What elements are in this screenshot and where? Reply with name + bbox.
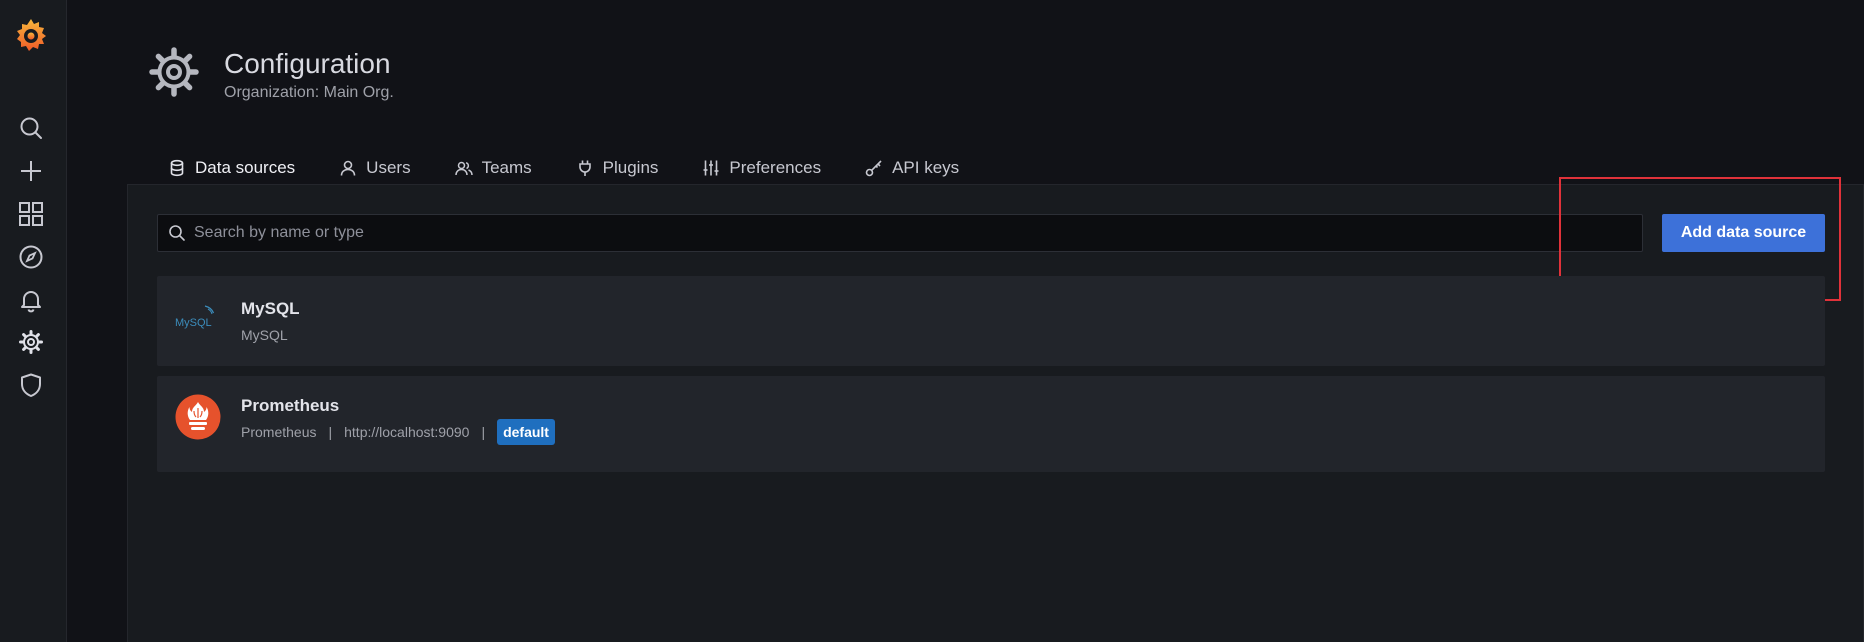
sliders-icon [703, 160, 719, 176]
mysql-logo-icon: MySQL [175, 305, 215, 329]
datasource-meta: Prometheus | http://localhost:9090 | def… [241, 419, 555, 445]
gear-icon [19, 330, 43, 354]
tab-label: Preferences [729, 158, 822, 177]
user-icon [340, 160, 356, 176]
config-tabs: Data sources Users Teams Plugins Prefere… [146, 150, 981, 189]
datasource-card-mysql[interactable]: MySQL MySQL MySQL [157, 276, 1825, 366]
sidebar-dashboards[interactable] [14, 197, 48, 231]
add-data-source-button[interactable]: Add data source [1662, 214, 1825, 252]
meta-separator: | [328, 424, 333, 440]
bell-icon [21, 291, 41, 313]
sidebar-configuration[interactable] [14, 325, 48, 359]
sidebar [0, 0, 67, 642]
sidebar-server-admin[interactable] [14, 368, 48, 402]
search-input[interactable] [194, 224, 1642, 242]
page-title: Configuration [224, 48, 391, 79]
compass-icon [19, 245, 43, 269]
tab-label: Data sources [195, 158, 296, 177]
tab-teams[interactable]: Teams [433, 150, 554, 186]
tab-users[interactable]: Users [317, 150, 432, 186]
tab-preferences[interactable]: Preferences [680, 150, 843, 186]
datasource-card-prometheus[interactable]: Prometheus Prometheus | http://localhost… [157, 376, 1825, 472]
datasource-type: MySQL [241, 327, 288, 343]
search-icon [20, 117, 42, 139]
datasource-name: Prometheus [241, 396, 340, 415]
tab-plugins[interactable]: Plugins [554, 150, 681, 186]
gear-icon [149, 47, 199, 97]
search-field[interactable] [157, 214, 1643, 252]
tab-label: Users [366, 158, 411, 177]
plus-icon [21, 161, 41, 181]
datasource-name: MySQL [241, 299, 300, 318]
datasource-meta: MySQL [241, 327, 288, 343]
tab-data-sources[interactable]: Data sources [146, 150, 318, 189]
meta-separator: | [481, 424, 486, 440]
page-subtitle: Organization: Main Org. [224, 84, 394, 101]
tab-label: API keys [892, 158, 960, 177]
shield-icon [21, 373, 41, 397]
mysql-logo-text: MySQL [175, 317, 212, 329]
sidebar-alerting[interactable] [14, 283, 48, 317]
search-icon [169, 225, 185, 241]
tab-api-keys[interactable]: API keys [843, 150, 981, 186]
grafana-logo-icon[interactable] [13, 15, 49, 55]
datasource-url: http://localhost:9090 [344, 424, 470, 440]
datasource-type: Prometheus [241, 424, 317, 440]
tab-label: Teams [481, 158, 532, 177]
plug-icon [578, 160, 591, 176]
users-icon [454, 161, 473, 176]
sidebar-search[interactable] [14, 111, 48, 145]
dashboards-grid-icon [19, 202, 43, 226]
default-badge: default [497, 419, 555, 445]
key-icon [865, 160, 882, 177]
sidebar-explore[interactable] [14, 240, 48, 274]
sidebar-create[interactable] [14, 154, 48, 188]
prometheus-logo-icon [175, 394, 221, 440]
database-icon [170, 159, 184, 177]
tab-label: Plugins [602, 158, 659, 177]
